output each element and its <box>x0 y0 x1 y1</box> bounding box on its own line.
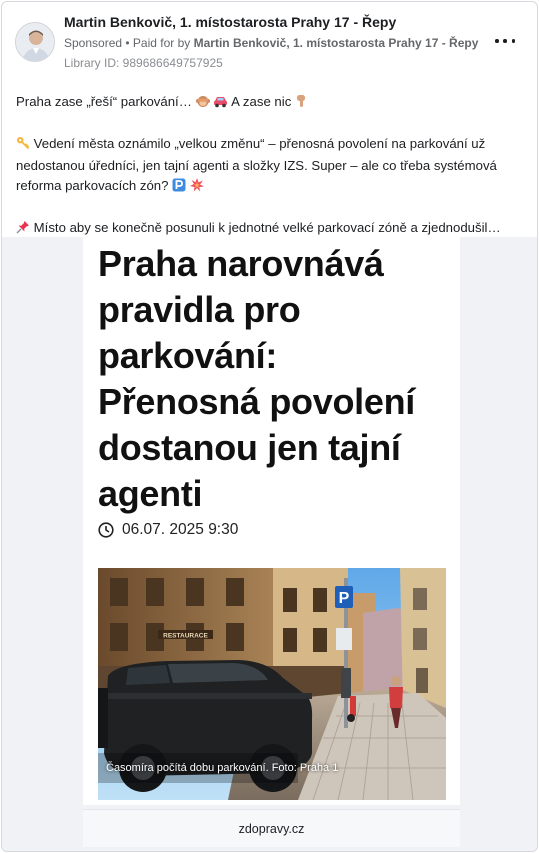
post-line-3: nedostanou úředníci, jen tajní agenti a … <box>16 158 497 173</box>
post-body: Praha zase „řeší“ parkování… A zase nic … <box>16 92 528 240</box>
article-photo: RESTAURACE P Časomíra počítá dobu parkov… <box>98 568 446 800</box>
sponsored-meta: Sponsored • Paid for by Martin Benkovič,… <box>64 36 478 50</box>
restaurant-sign-text: RESTAURACE <box>163 633 208 640</box>
post-header: Martin Benkovič, 1. místostarosta Prahy … <box>2 2 537 74</box>
article-date: 06.07. 2025 9:30 <box>122 521 239 538</box>
article-preview-image[interactable]: Praha narovnává pravidla pro parkování: … <box>83 237 460 805</box>
more-horizontal-icon[interactable] <box>495 34 515 48</box>
link-domain[interactable]: zdopravy.cz <box>83 809 460 847</box>
article-dateline: 06.07. 2025 9:30 <box>98 521 238 539</box>
paid-for-prefix: • Paid for by <box>122 36 194 50</box>
svg-text:P: P <box>339 590 350 607</box>
article-headline: Praha narovnává pravidla pro parkování: … <box>98 243 415 514</box>
post-line-4: reforma parkovacích zón? <box>16 176 528 198</box>
car-icon <box>213 94 228 114</box>
photo-caption: Časomíra počítá dobu parkování. Foto: Pr… <box>106 762 339 774</box>
key-icon <box>16 136 30 156</box>
library-id: Library ID: 989686649757925 <box>64 56 223 70</box>
post-line-1: Praha zase „řeší“ parkování… A zase nic <box>16 92 528 114</box>
author-avatar[interactable] <box>15 22 55 62</box>
collision-icon <box>189 178 204 198</box>
see-no-evil-monkey-icon <box>195 94 210 114</box>
author-name[interactable]: Martin Benkovič, 1. místostarosta Prahy … <box>64 14 396 30</box>
post-line-2: Vedení města oznámilo „velkou změnu“ – p… <box>16 134 528 156</box>
pointing-down-hand-icon <box>295 94 308 114</box>
clock-icon <box>98 522 114 538</box>
parking-p-icon <box>172 178 186 198</box>
sponsored-label: Sponsored <box>64 36 123 50</box>
sponsored-post-card: Martin Benkovič, 1. místostarosta Prahy … <box>1 1 538 852</box>
paid-for-name[interactable]: Martin Benkovič, 1. místostarosta Prahy … <box>194 36 479 50</box>
link-preview[interactable]: Praha narovnává pravidla pro parkování: … <box>2 237 537 851</box>
